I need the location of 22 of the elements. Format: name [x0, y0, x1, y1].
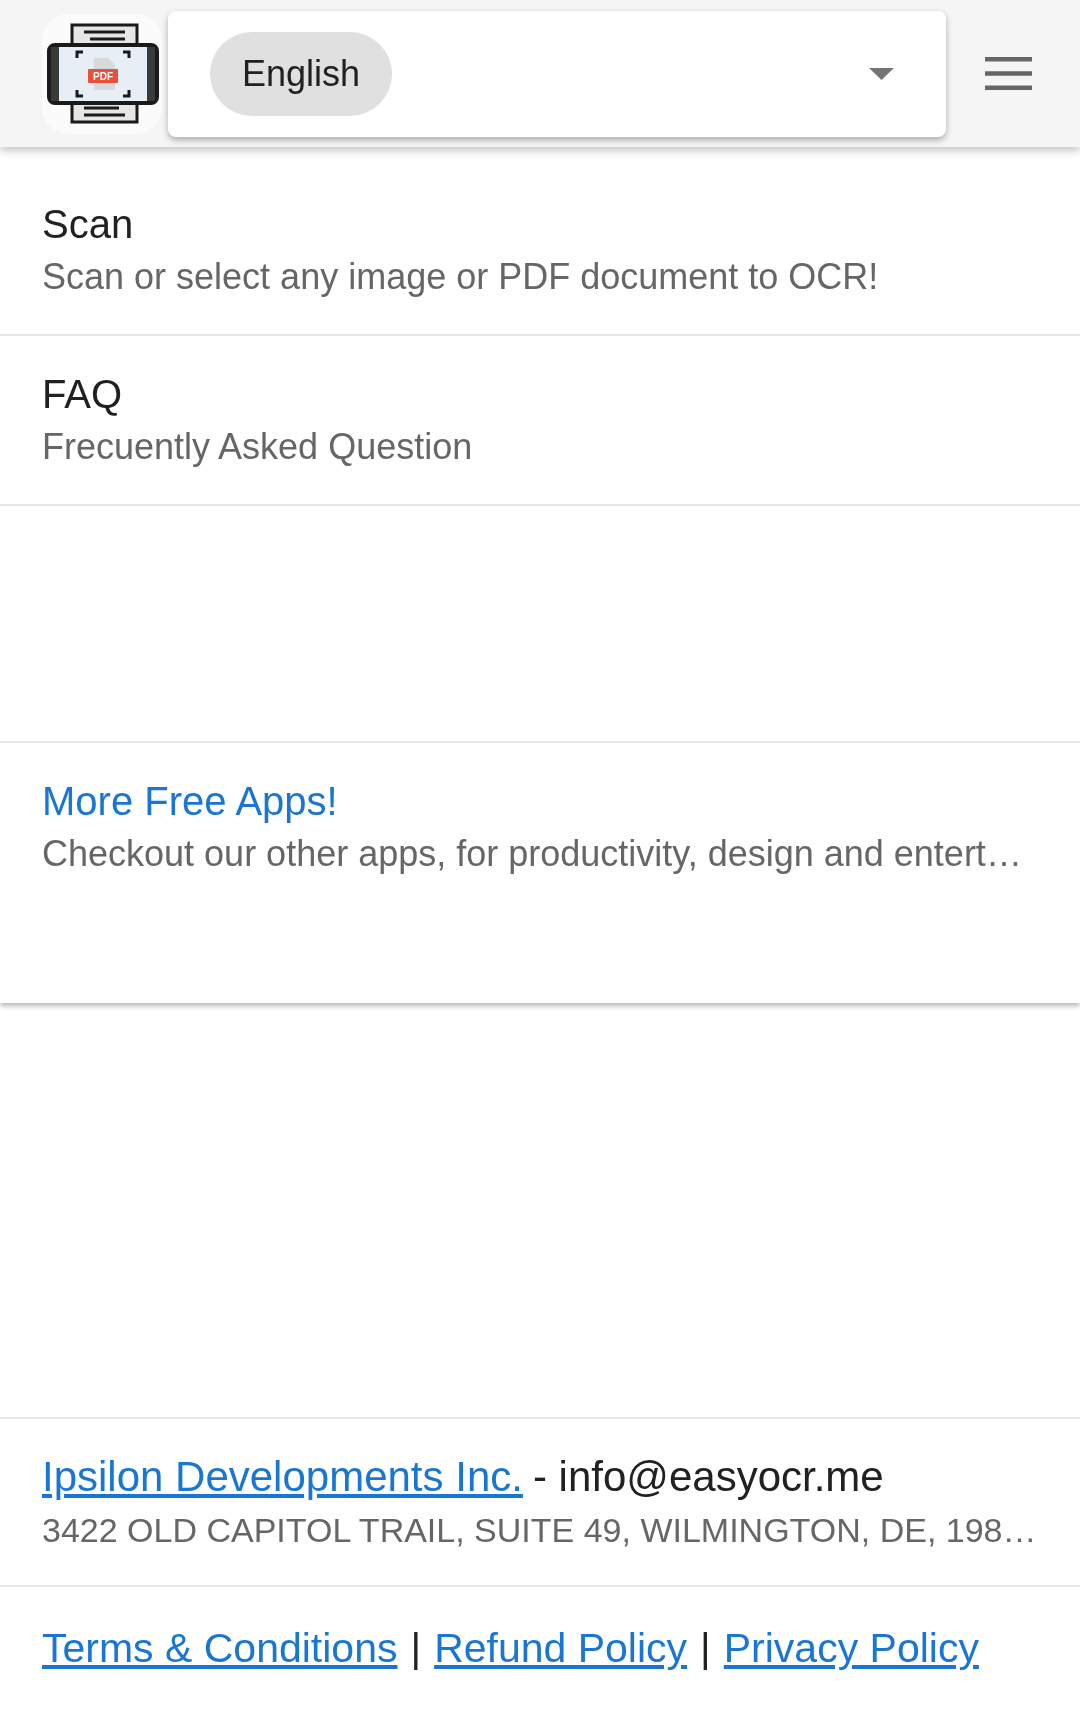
footer-link[interactable]: Refund Policy — [434, 1620, 688, 1676]
footer-link[interactable]: Terms & Conditions — [42, 1620, 398, 1676]
promo-title: More Free Apps! — [42, 778, 339, 825]
item-subtitle: Frecuently Asked Question — [42, 425, 474, 469]
company-link[interactable]: Ipsilon Developments Inc. — [42, 1449, 523, 1505]
address-text: 3422 OLD CAPITOL TRAIL, SUITE 49, WILMINGTON, DE, 198… — [42, 1510, 1038, 1551]
separator-text: | — [410, 1624, 422, 1673]
language-select[interactable]: English — [168, 10, 946, 137]
promo-list-item[interactable]: More Free Apps! Checkout our other apps, for productivity, design and entert… — [0, 741, 1080, 911]
nav-list-item[interactable]: Scan Scan or select any image or PDF document to OCR! — [0, 166, 1080, 336]
item-subtitle: Scan or select any image or PDF document to OCR! — [42, 255, 880, 299]
footer-link[interactable]: Privacy Policy — [723, 1620, 979, 1676]
menu-icon[interactable] — [985, 57, 1032, 90]
nav-list-item[interactable]: FAQ Frecuently Asked Question — [0, 336, 1080, 506]
dropdown-caret-icon — [869, 67, 894, 80]
item-title: Scan — [42, 201, 135, 248]
selected-language-chip: English — [210, 31, 393, 116]
item-title: FAQ — [42, 371, 124, 418]
contact-email-text: - info@easyocr.me — [532, 1452, 884, 1502]
separator-text: | — [700, 1624, 711, 1673]
app-logo-icon: PDF — [42, 13, 162, 134]
promo-subtitle: Checkout our other apps, for productivity, design and entert… — [42, 832, 1023, 876]
